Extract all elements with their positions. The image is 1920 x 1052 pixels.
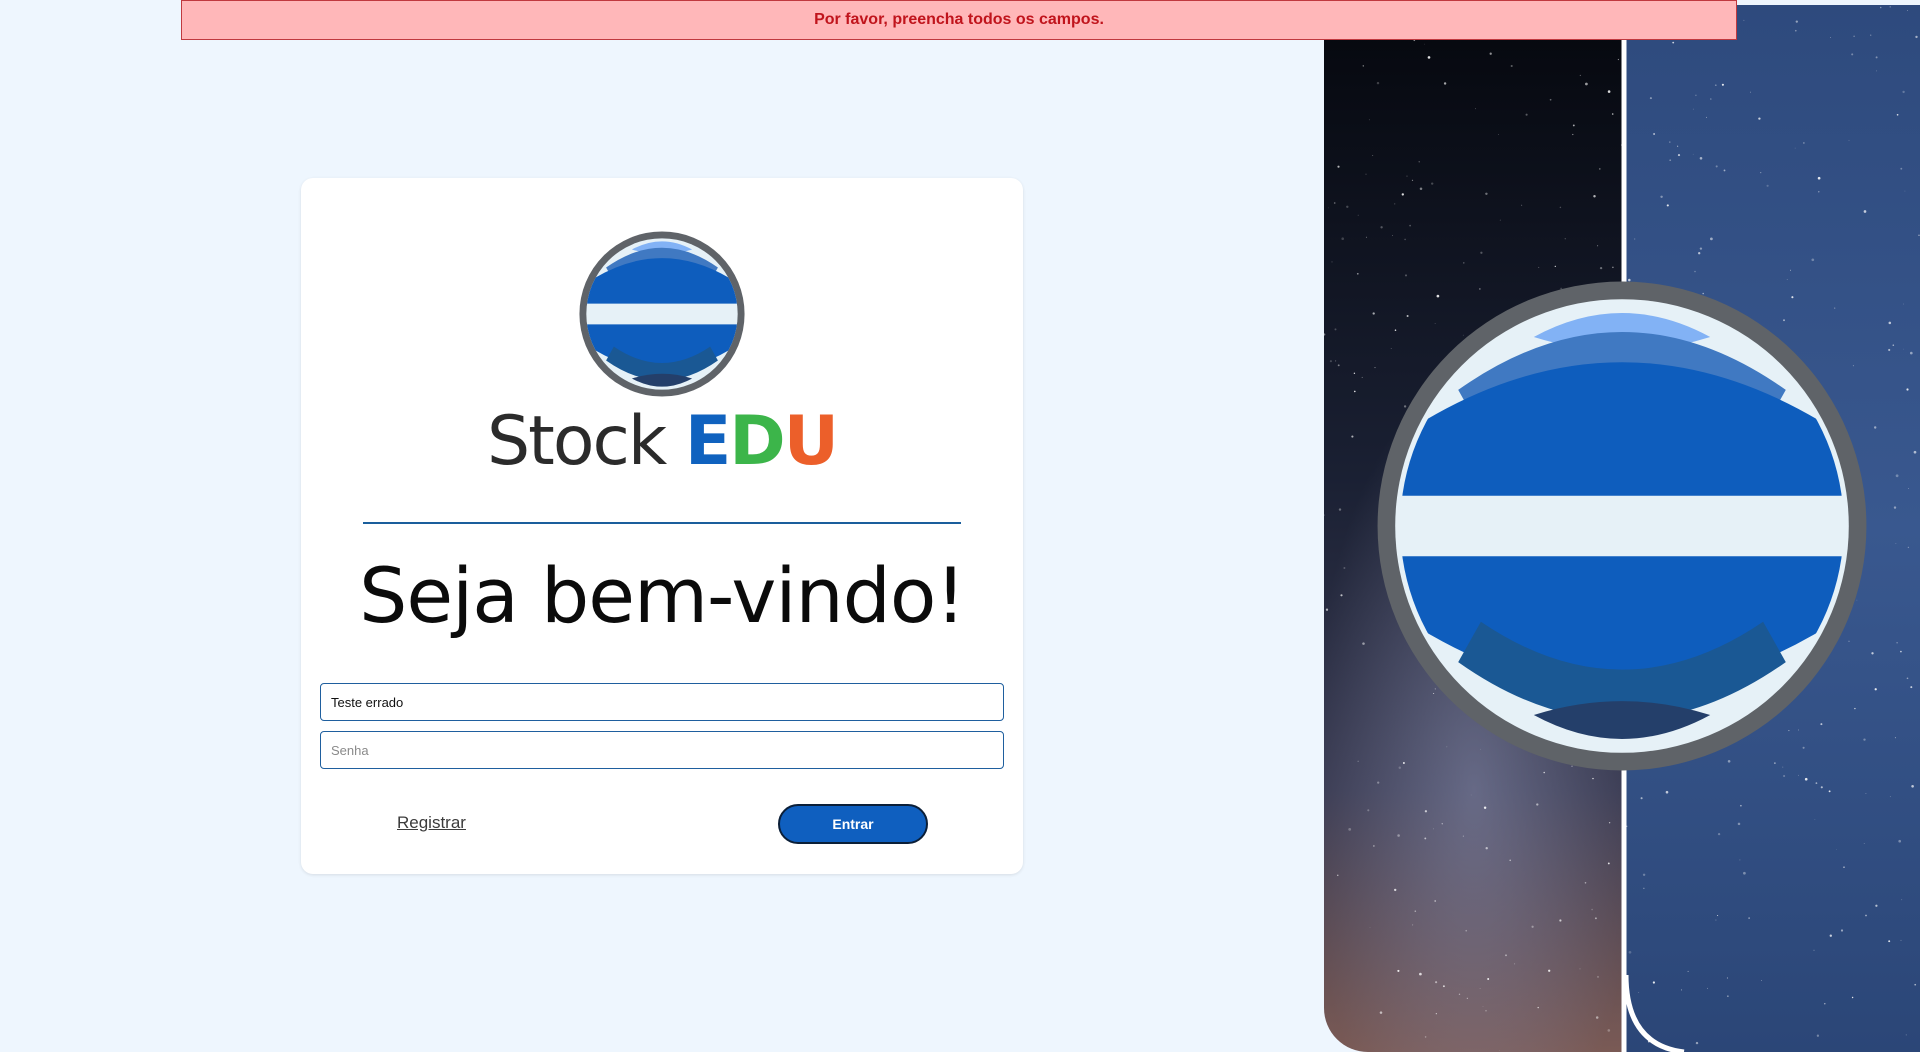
brand-name-edu: EDU [684,402,839,481]
error-alert-message: Por favor, preencha todos os campos. [814,11,1104,28]
card-divider [363,522,961,524]
brand-letter-d: D [729,402,785,481]
brand-letter-u: U [783,402,839,481]
welcome-title: Seja bem-vindo! [359,551,966,640]
login-card: Stock EDU Seja bem-vindo! Registrar Entr… [301,178,1023,874]
brand-name-stock: Stock [487,402,667,481]
username-input[interactable] [320,683,1004,721]
brand-letter-e: E [684,402,731,481]
login-page: Por favor, preencha todos os campos. Sto… [0,0,1920,1052]
hero-panel [1324,5,1920,1052]
login-button[interactable]: Entrar [778,804,928,844]
brand-name: Stock EDU [487,408,839,476]
brand-logo: Stock EDU [301,228,1023,476]
password-input[interactable] [320,731,1004,769]
hero-background [1324,5,1920,1052]
globe-logo-icon [579,231,745,397]
error-alert: Por favor, preencha todos os campos. [181,0,1737,40]
register-link[interactable]: Registrar [397,813,466,833]
